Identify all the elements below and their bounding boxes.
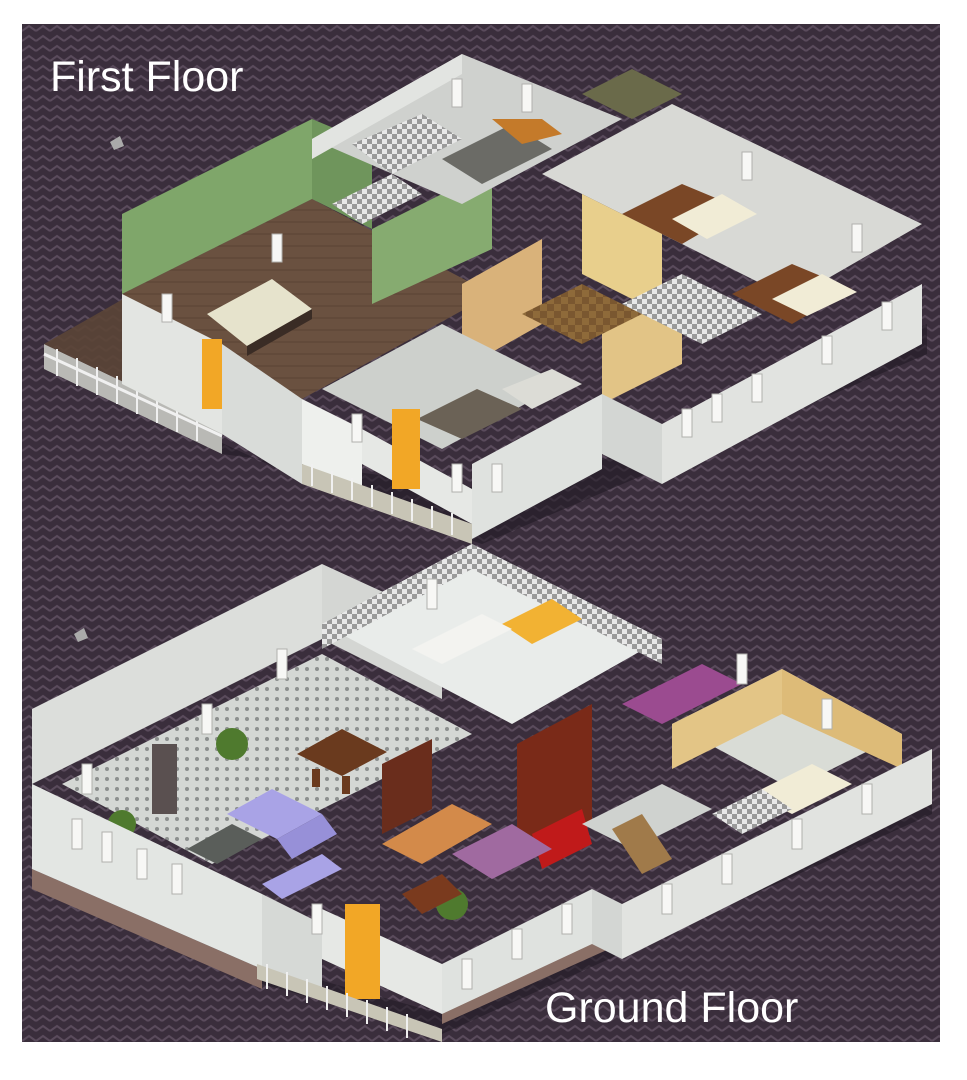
first-floor-label: First Floor [50,53,244,101]
ground-floor-label: Ground Floor [545,984,799,1032]
floor-plan-render [22,24,940,1042]
